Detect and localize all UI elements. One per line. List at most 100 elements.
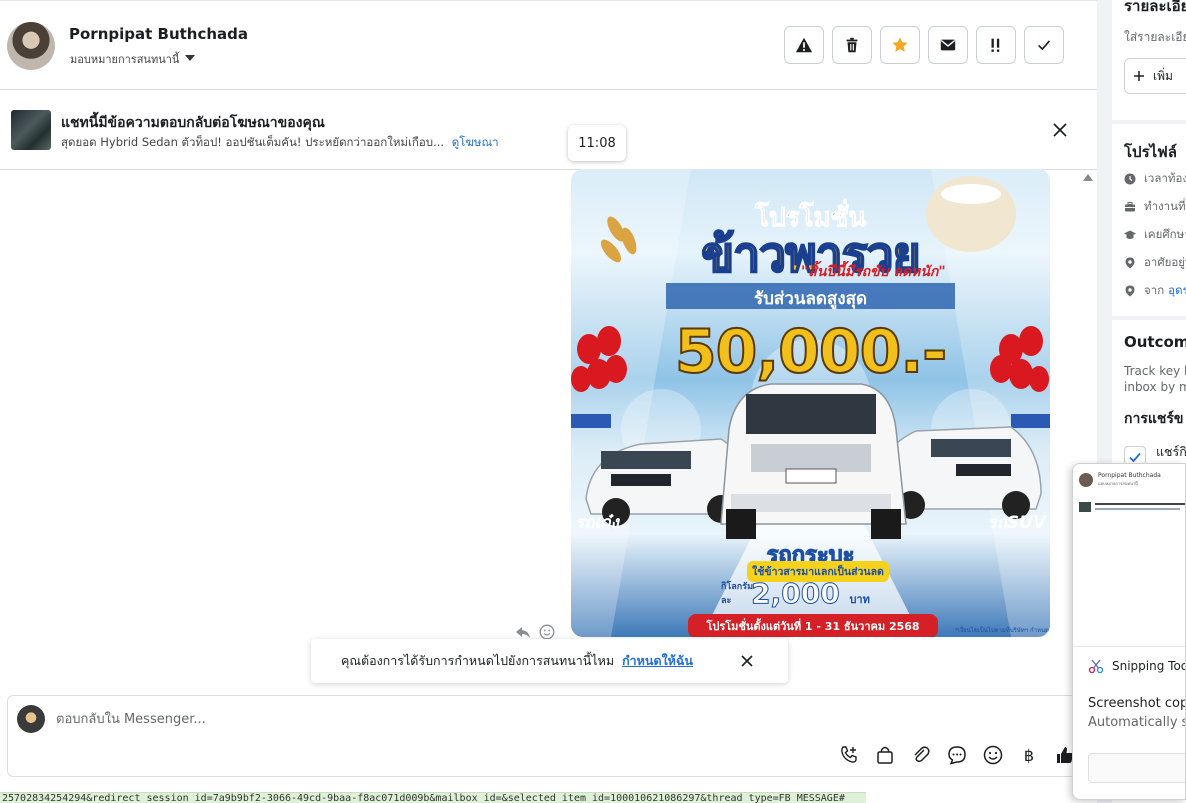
emoji-reaction-icon[interactable] [539,624,555,640]
conversation-header: Pornpipat Buthchada มอบหมายการสนทนานี้ [0,0,1097,90]
preview-thumb [1079,502,1091,512]
reply-icon[interactable] [515,624,531,640]
spam-button[interactable] [784,26,824,64]
profile-row-lives: อาศัยอยู่ที่ [1124,249,1186,277]
app-root: Pornpipat Buthchada มอบหมายการสนทนานี้ แ… [0,0,1186,803]
ad-banner-subtitle: สุดยอด Hybrid Sedan ตัวท็อป! ออปชันเต็มค… [61,134,499,152]
dismiss-prompt-button[interactable] [739,653,755,669]
scissors-icon [1088,659,1104,674]
close-icon [741,655,753,667]
preview-avatar [1079,473,1093,487]
follow-up-button[interactable] [880,26,920,64]
assign-to-me-link[interactable]: กำหนดให้ฉัน [622,651,693,671]
promo-note: *เงื่อนไขเป็นไปตามที่บริษัทฯ กำหนด [955,627,1049,634]
snipping-tool-sub: Automatically saved [1088,715,1185,730]
message-actions [515,624,555,640]
status-url: 25702834254294&redirect_session_id=7a9b9… [0,792,866,803]
assign-label: มอบหมายการสนทนานี้ [70,53,180,66]
profile-row-education: เคยศึกษา [1124,221,1186,249]
details-card: รายละเอียด ใส่รายละเอียด เพิ่ม [1112,0,1186,120]
profile-row-from: จาก อุดร [1124,277,1186,305]
profile-card: โปรไฟล์ เวลาท้องถิ่น ทำงานที่ เคยศึกษา อ… [1112,124,1186,316]
check-icon [1129,452,1141,463]
snipping-tool-action[interactable] [1088,753,1185,783]
details-title: รายละเอียด [1124,0,1186,15]
scroll-up-arrow-icon[interactable] [1083,174,1093,181]
screenshot-preview[interactable]: Pornpipat Buthchada มอบหมายการสนทนานี้ [1073,464,1185,647]
snipping-tool-message: Screenshot copied [1088,696,1186,711]
page-avatar [17,705,45,733]
profile-row-text: อาศัยอยู่ที่ [1144,255,1186,269]
plus-icon [1134,71,1144,81]
profile-title: โปรไฟล์ [1124,143,1177,161]
profile-row-local-time: เวลาท้องถิ่น [1124,165,1186,193]
important-icon [991,38,1000,52]
phone-plus-icon [841,746,857,763]
add-detail-button[interactable]: เพิ่ม [1124,58,1186,94]
saved-replies-button[interactable] [946,744,968,766]
composer-toolbar: ฿ [838,744,1076,766]
clock-icon [1124,173,1136,185]
snipping-tool-name: Snipping Tool [1112,659,1186,673]
close-icon [1053,123,1067,137]
paperclip-icon [914,746,930,763]
promo-price-unit: บาท [849,593,870,606]
emoji-button[interactable] [982,744,1004,766]
promo-right-label: รถSUV [987,513,1046,533]
view-ad-link[interactable]: ดูโฆษณา [452,135,499,149]
priority-button[interactable] [976,26,1016,64]
attach-button[interactable] [910,744,932,766]
promo-price: 2,000 บาท [571,577,1050,611]
shopping-bag-icon [877,746,893,764]
outcomes-desc-1: Track key b [1124,364,1186,378]
profile-row-work: ทำงานที่ [1124,193,1186,221]
preview-name: Pornpipat Buthchada [1098,472,1161,479]
promo-image-message[interactable]: โปรโมชั่น ข้าวพารวย "สิ้นปีนี้มีรถขับ ลด… [571,169,1050,637]
warning-icon [795,37,813,53]
location-icon [1125,257,1135,269]
add-detail-label: เพิ่ม [1153,68,1173,83]
sharing-title: การแชร์ข [1124,411,1184,427]
assignment-prompt-text: คุณต้องการได้รับการกำหนดไปยังการสนทนานี้… [341,653,615,668]
profile-row-text: จาก [1144,283,1165,297]
ad-banner-text: สุดยอด Hybrid Sedan ตัวท็อป! ออปชันเต็มค… [61,135,445,149]
reply-input[interactable] [56,709,656,729]
promo-line-3: "สิ้นปีนี้มีรถขับ ลดหนัก" [801,264,946,280]
promo-left-label: รถเก๋ง [575,513,619,533]
star-icon [892,37,908,52]
message-time-tooltip: 11:08 [568,125,626,161]
profile-row-text: เวลาท้องถิ่น [1144,171,1186,185]
shop-button[interactable] [874,744,896,766]
preview-line [1095,503,1185,505]
snipping-tool-notification[interactable]: Pornpipat Buthchada มอบหมายการสนทนานี้ S… [1072,463,1186,800]
payment-button[interactable]: ฿ [1018,744,1040,766]
mark-unread-button[interactable] [928,26,968,64]
mark-done-button[interactable] [1024,26,1064,64]
chat-bubble-icon [948,746,966,765]
delete-button[interactable] [832,26,872,64]
profile-row-text: เคยศึกษา [1144,227,1186,241]
briefcase-icon [1125,202,1135,212]
header-actions [784,26,1064,64]
details-placeholder[interactable]: ใส่รายละเอียด [1124,28,1186,47]
promo-price-value: 2,000 [751,577,841,611]
promo-amount: 50,000.- [674,316,948,388]
ad-banner-title: แชทนี้มีข้อความตอบกลับต่อโฆษณาของคุณ [61,115,325,131]
contact-name[interactable]: Pornpipat Buthchada [69,25,248,43]
preview-line-2 [1095,508,1180,510]
ad-thumbnail[interactable] [11,110,51,150]
reply-composer: ฿ [7,695,1092,777]
mail-icon [940,39,956,51]
graduation-icon [1124,230,1136,239]
snipping-tool-app: Snipping Tool [1088,658,1186,674]
outcomes-desc-2: inbox by ma [1124,380,1186,394]
promo-period: โปรโมชั่นตั้งแต่วันที่ 1 - 31 ธันวาคม 25… [688,614,938,637]
conversation-panel: Pornpipat Buthchada มอบหมายการสนทนานี้ แ… [0,0,1097,803]
call-button[interactable] [838,744,860,766]
contact-avatar[interactable] [7,22,55,70]
profile-from-link[interactable]: อุดร [1168,282,1186,300]
close-banner-button[interactable] [1050,120,1070,140]
assign-dropdown[interactable]: มอบหมายการสนทนานี้ [70,50,196,68]
preview-sub: มอบหมายการสนทนานี้ [1098,481,1138,486]
smiley-icon [983,745,1003,765]
